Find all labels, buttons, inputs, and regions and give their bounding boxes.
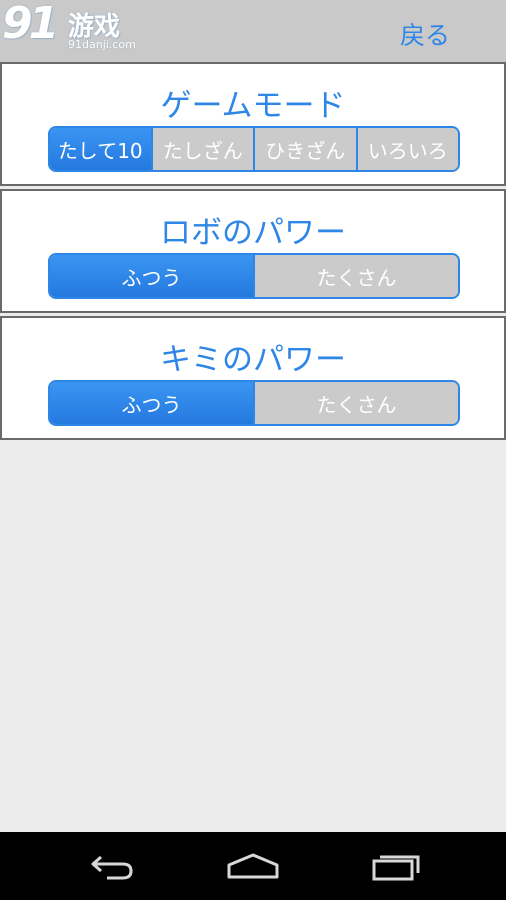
recent-apps-icon (372, 855, 420, 881)
site-watermark: 91 游戏 91danji.com (2, 0, 138, 54)
app-header: 91 游戏 91danji.com 戻る (0, 0, 506, 62)
game-mode-title: ゲームモード (160, 88, 346, 124)
game-mode-option-tashizan[interactable]: たしざん (150, 128, 253, 170)
system-navbar (0, 832, 506, 900)
home-icon (227, 853, 279, 879)
robo-power-selector: ふつう たくさん (48, 253, 460, 299)
kimi-power-option-takusan[interactable]: たくさん (253, 382, 458, 424)
nav-back-button[interactable] (82, 846, 142, 886)
game-mode-option-tashite10[interactable]: たして10 (50, 128, 151, 170)
game-mode-option-iroiro[interactable]: いろいろ (355, 128, 458, 170)
kimi-power-option-futsuu[interactable]: ふつう (50, 382, 253, 424)
nav-recent-button[interactable] (366, 846, 426, 886)
watermark-number: 91 (2, 0, 59, 49)
back-button[interactable]: 戻る (400, 16, 450, 52)
robo-power-option-takusan[interactable]: たくさん (253, 255, 458, 297)
kimi-power-panel: キミのパワー ふつう たくさん (0, 316, 506, 440)
kimi-power-title: キミのパワー (160, 342, 346, 378)
robo-power-title: ロボのパワー (160, 215, 346, 251)
robo-power-panel: ロボのパワー ふつう たくさん (0, 189, 506, 313)
kimi-power-selector: ふつう たくさん (48, 380, 460, 426)
watermark-url: 91danji.com (68, 38, 136, 51)
back-icon (91, 855, 133, 880)
nav-home-button[interactable] (223, 846, 283, 886)
robo-power-option-futsuu[interactable]: ふつう (50, 255, 253, 297)
game-mode-option-hikizan[interactable]: ひきざん (253, 128, 356, 170)
game-mode-panel: ゲームモード たして10 たしざん ひきざん いろいろ (0, 62, 506, 186)
game-mode-selector: たして10 たしざん ひきざん いろいろ (48, 126, 460, 172)
